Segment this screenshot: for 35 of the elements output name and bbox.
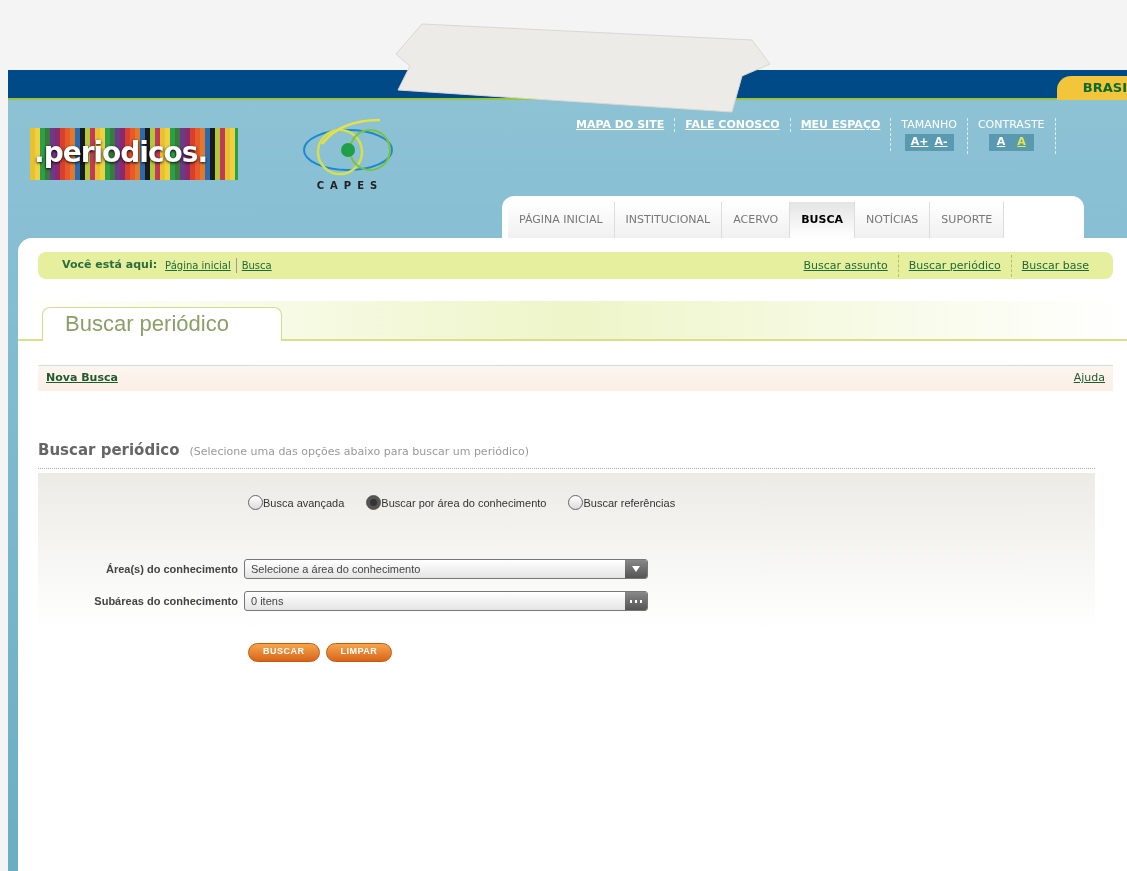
nav-tab[interactable]: NOTÍCIAS <box>855 202 931 238</box>
field-label: Subáreas do conhecimento <box>93 593 239 609</box>
field-label: Área(s) do conhecimento <box>104 561 239 577</box>
font-size-button[interactable]: A- <box>932 134 950 151</box>
contrast-label: CONTRASTE <box>977 118 1045 132</box>
form-button[interactable]: LIMPAR <box>325 642 393 662</box>
help-link[interactable]: Ajuda <box>1073 370 1105 387</box>
breadcrumb-link[interactable]: Página inicial <box>165 258 231 273</box>
font-size-label: TAMANHO <box>901 118 957 132</box>
contrast-button[interactable]: A <box>994 134 1008 151</box>
input-field[interactable]: Selecione a área do conhecimento <box>244 559 648 579</box>
nav-tab[interactable]: PÁGINA INICIAL <box>508 202 615 238</box>
breadcrumb-label: Você está aqui: <box>62 257 158 274</box>
nav-tab[interactable]: ACERVO <box>722 202 791 238</box>
capes-text: CAPES <box>316 179 384 193</box>
country-badge[interactable]: BRASI <box>1056 76 1127 100</box>
caret-icon <box>632 566 640 572</box>
section-hint: (Selecione uma das opções abaixo para buscar um periódico) <box>189 444 530 460</box>
more-icon <box>630 599 642 603</box>
section-title: Buscar periódico <box>38 440 180 461</box>
shortcut-link[interactable]: Buscar assunto <box>793 254 898 277</box>
shortcut-link[interactable]: Buscar base <box>1010 254 1089 277</box>
search-mode-radio[interactable]: Buscar referências <box>568 494 676 511</box>
form-button[interactable]: BUSCAR <box>248 642 320 662</box>
nav-tab[interactable]: BUSCA <box>790 202 856 238</box>
input-field[interactable]: 0 itens <box>244 591 648 611</box>
search-mode-radio[interactable]: Busca avançada <box>248 494 345 511</box>
font-size-button[interactable]: A+ <box>908 134 931 151</box>
search-mode-radio[interactable]: Buscar por área do conhecimento <box>366 494 547 511</box>
contrast-button[interactable]: A <box>1015 134 1028 151</box>
nav-tab[interactable]: INSTITUCIONAL <box>614 202 723 238</box>
shortcut-link[interactable]: Buscar periódico <box>897 254 1011 277</box>
new-search-link[interactable]: Nova Busca <box>46 370 118 387</box>
nav-tab[interactable]: SUPORTE <box>930 202 1005 238</box>
breadcrumb-link[interactable]: Busca <box>235 258 272 273</box>
